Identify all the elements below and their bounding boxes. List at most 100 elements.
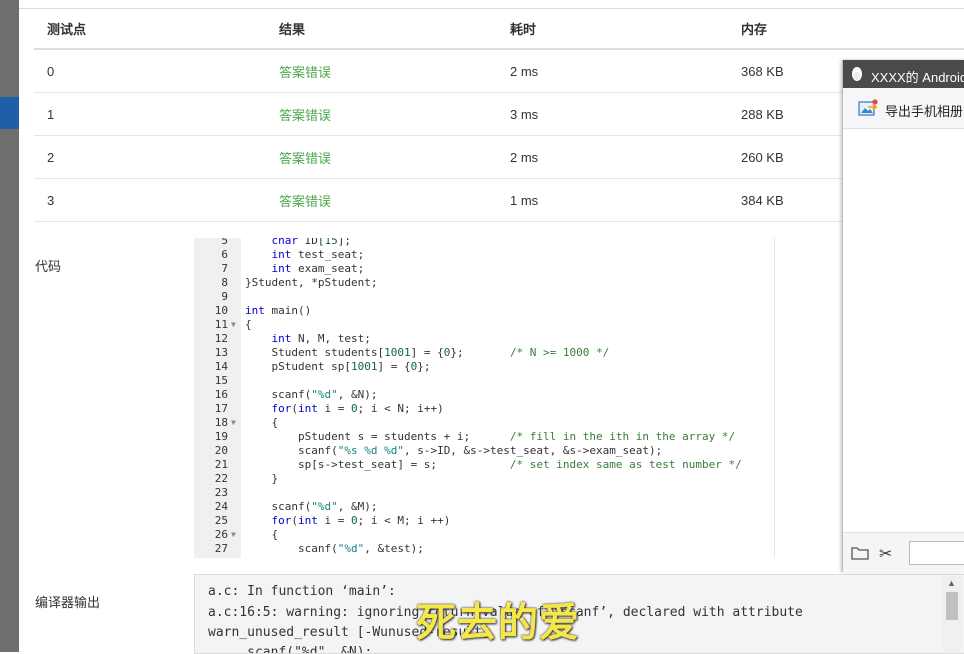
code-text: Student students[1001] = {0}; /* N >= 10…: [245, 346, 610, 359]
line-number: 15: [214, 374, 228, 387]
line-number: 25: [214, 514, 228, 527]
code-text: int N, M, test;: [271, 332, 371, 345]
cell-result: 答案错误: [266, 135, 497, 179]
cell-test-point: 3: [34, 178, 266, 222]
line-number: 26: [214, 528, 228, 541]
fold-arrow-icon[interactable]: ▼: [231, 528, 236, 542]
code-text: for(int i = 0; i < N; i++): [271, 402, 444, 415]
fold-arrow-icon[interactable]: ▼: [231, 416, 236, 430]
qq-file-transfer-window[interactable]: XXXX的 Android 导出手机相册 ✂: [842, 60, 964, 573]
photo-export-icon: [858, 99, 878, 116]
qq-input-toolbar: ✂: [843, 532, 964, 573]
cell-time: 2 ms: [497, 49, 728, 93]
code-text: int test_seat;: [271, 248, 365, 261]
table-row: 3 答案错误 1 ms 384 KB: [34, 178, 964, 222]
video-subtitle-overlay: 死去的爱: [416, 600, 580, 646]
code-line: 15: [194, 374, 774, 388]
cell-time: 2 ms: [497, 135, 728, 179]
code-viewer[interactable]: 5 char ID[15]; 6 int test_seat; 7 int exam…: [194, 238, 775, 558]
qq-penguin-icon: [852, 67, 862, 81]
code-text: {: [245, 528, 279, 541]
compiler-output-label: 编译器输出: [35, 595, 101, 610]
line-number: 20: [214, 444, 228, 457]
line-number: 9: [221, 290, 228, 303]
code-text: pStudent s = students + i; /* fill in th…: [245, 430, 736, 443]
header-memory: 内存: [728, 8, 964, 50]
code-line: 27 scanf("%d", &test);: [194, 542, 774, 556]
header-result: 结果: [266, 8, 497, 50]
code-text: sp[s->test_seat] = s; /* set index same …: [245, 458, 742, 471]
code-line: 20 scanf("%s %d %d", s->ID, &s->test_sea…: [194, 444, 774, 458]
cell-test-point: 0: [34, 49, 266, 93]
code-text: }: [245, 472, 279, 485]
code-line: 22 }: [194, 472, 774, 486]
header-test-point: 测试点: [34, 8, 266, 50]
cell-time: 3 ms: [497, 92, 728, 136]
code-text: {: [245, 416, 279, 429]
code-line: 14 pStudent sp[1001] = {0};: [194, 360, 774, 374]
code-line: 7 int exam_seat;: [194, 262, 774, 276]
cell-result: 答案错误: [266, 178, 497, 222]
code-text: {: [245, 318, 252, 331]
code-text: scanf("%d", &N);: [245, 388, 378, 401]
line-number: 13: [214, 346, 228, 359]
code-line: 21 sp[s->test_seat] = s; /* set index sa…: [194, 458, 774, 472]
export-album-label: 导出手机相册: [885, 104, 964, 119]
export-album-button[interactable]: 导出手机相册: [843, 88, 964, 129]
fold-arrow-icon[interactable]: ▼: [231, 318, 236, 332]
line-number: 21: [214, 458, 228, 471]
table-row: 0 答案错误 2 ms 368 KB: [34, 49, 964, 93]
qq-message-input[interactable]: [909, 541, 964, 565]
compiler-line: scanf("%d", &N);: [208, 645, 373, 654]
code-line: 23: [194, 486, 774, 500]
code-line: 19 pStudent s = students + i; /* fill in…: [194, 430, 774, 444]
code-line: 8 }Student, *pStudent;: [194, 276, 774, 290]
code-text: pStudent sp[1001] = {0};: [245, 360, 431, 373]
code-line: 16 scanf("%d", &N);: [194, 388, 774, 402]
line-number: 6: [221, 248, 228, 261]
code-text: int exam_seat;: [271, 262, 365, 275]
line-number: 24: [214, 500, 228, 513]
header-time: 耗时: [497, 8, 728, 50]
line-number: 8: [221, 276, 228, 289]
code-line: 12 int N, M, test;: [194, 332, 774, 346]
compiler-scrollbar[interactable]: ▲: [943, 576, 961, 652]
left-sidebar: [0, 0, 19, 652]
line-number: 12: [214, 332, 228, 345]
code-text: for(int i = 0; i < M; i ++): [271, 514, 451, 527]
cell-time: 1 ms: [497, 178, 728, 222]
line-number: 5: [221, 238, 228, 247]
code-text: }Student, *pStudent;: [245, 276, 378, 289]
qq-window-titlebar[interactable]: XXXX的 Android: [843, 60, 964, 88]
cell-test-point: 2: [34, 135, 266, 179]
table-row: 2 答案错误 2 ms 260 KB: [34, 135, 964, 179]
scroll-up-icon[interactable]: ▲: [947, 578, 956, 588]
folder-icon[interactable]: [851, 546, 869, 560]
code-text: scanf("%d", &M);: [245, 500, 378, 513]
code-line: 25 for(int i = 0; i < M; i ++): [194, 514, 774, 528]
line-number: 10: [214, 304, 228, 317]
test-results-table: 测试点 结果 耗时 内存 0 答案错误 2 ms 368 KB 1 答案错误 3 ms 288…: [34, 8, 964, 222]
code-line: 11 ▼ {: [194, 318, 774, 332]
line-number: 11: [214, 318, 228, 331]
cell-result: 答案错误: [266, 92, 497, 136]
line-number: 23: [214, 486, 228, 499]
line-number: 27: [214, 542, 228, 555]
code-line: 13 Student students[1001] = {0}; /* N >=…: [194, 346, 774, 360]
scrollbar-thumb[interactable]: [946, 592, 958, 620]
code-line: 10 int main(): [194, 304, 774, 318]
code-line: 6 int test_seat;: [194, 248, 774, 262]
line-number: 17: [214, 402, 228, 415]
table-row: 1 答案错误 3 ms 288 KB: [34, 92, 964, 136]
code-line: 24 scanf("%d", &M);: [194, 500, 774, 514]
line-number: 22: [214, 472, 228, 485]
line-number: 7: [221, 262, 228, 275]
line-number: 18: [214, 416, 228, 429]
line-number: 19: [214, 430, 228, 443]
scissors-icon[interactable]: ✂: [879, 544, 892, 564]
code-line: 9: [194, 290, 774, 304]
code-text: scanf("%d", &test);: [245, 542, 424, 555]
code-line: 17 for(int i = 0; i < N; i++): [194, 402, 774, 416]
sidebar-active-marker: [0, 97, 19, 129]
qq-window-title: XXXX的 Android: [871, 70, 964, 85]
